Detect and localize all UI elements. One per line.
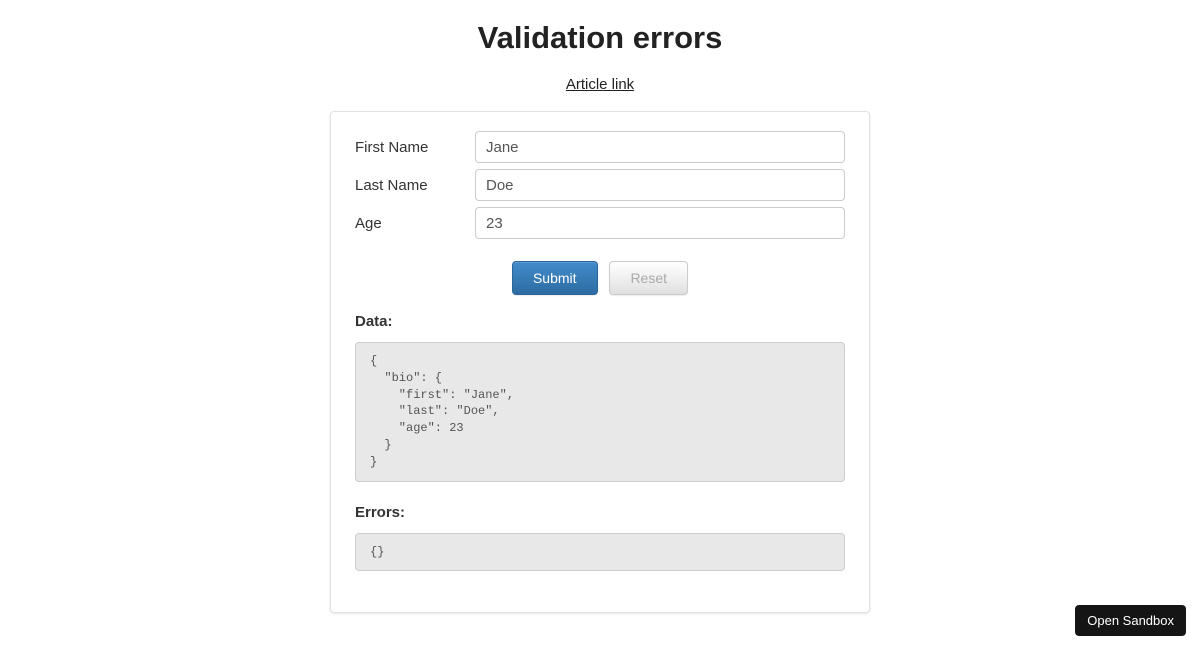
form-row-first-name: First Name — [355, 131, 845, 163]
submit-button[interactable]: Submit — [512, 261, 598, 295]
reset-button[interactable]: Reset — [609, 261, 688, 295]
last-name-input[interactable] — [475, 169, 845, 201]
article-link[interactable]: Article link — [566, 76, 634, 93]
form-panel: First Name Last Name Age Submit Reset Da… — [330, 111, 870, 613]
data-heading: Data: — [355, 313, 845, 330]
last-name-label: Last Name — [355, 177, 475, 194]
errors-json-block: {} — [355, 533, 845, 572]
age-label: Age — [355, 215, 475, 232]
button-row: Submit Reset — [355, 261, 845, 295]
form-row-age: Age — [355, 207, 845, 239]
open-sandbox-button[interactable]: Open Sandbox — [1075, 605, 1186, 636]
form-row-last-name: Last Name — [355, 169, 845, 201]
data-json-block: { "bio": { "first": "Jane", "last": "Doe… — [355, 342, 845, 482]
age-input[interactable] — [475, 207, 845, 239]
first-name-input[interactable] — [475, 131, 845, 163]
errors-heading: Errors: — [355, 504, 845, 521]
first-name-label: First Name — [355, 139, 475, 156]
page-title: Validation errors — [330, 20, 870, 56]
